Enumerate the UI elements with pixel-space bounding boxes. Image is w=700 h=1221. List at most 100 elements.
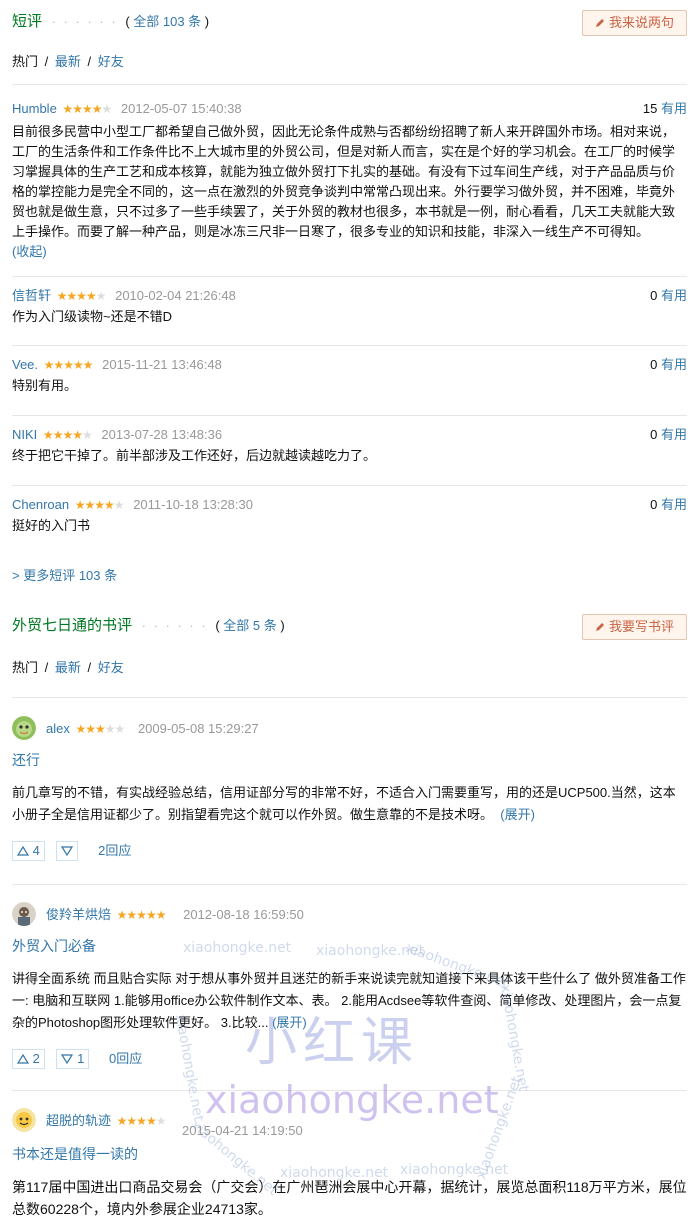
all-reviews-link[interactable]: 全部 5 条 [223,618,276,633]
star-icon: ★ [116,908,128,922]
more-short-comments-link[interactable]: > 更多短评 103 条 [12,565,117,584]
short-comment-item: Chenroan ★★★★★ 2011-10-18 13:28:30 0 有用 … [12,496,687,536]
write-short-comment-button[interactable]: 我来说两句 [581,10,687,36]
replies-link[interactable]: 2回应 [98,843,131,858]
star-icon: ★ [145,908,157,922]
star-icon: ★ [72,102,83,116]
tab-hot[interactable]: 热门 [12,660,38,675]
star-icon: ★ [145,1114,157,1128]
review-user-link[interactable]: alex [46,721,70,736]
review-title-link[interactable]: 外贸入门必备 [12,936,687,956]
avatar-image [12,902,36,926]
useful-count: 15 有用 [642,101,687,116]
review-title-link[interactable]: 还行 [12,750,687,770]
comment-body: 目前很多民营中小型工厂都希望自己做外贸，因此无论条件成熟与否都纷纷招聘了新人来开… [12,124,676,259]
short-comments-header: 短评 · · · · · · ( 全部 103 条 ) 我来说两句 [12,10,687,38]
review-body: 第117届中国进出口商品交易会（广交会）在广州琶洲会展中心开幕，据统计，展览总面… [12,1179,687,1217]
review-time: 2012-08-18 16:59:50 [183,907,304,922]
review-title-link[interactable]: 书本还是值得一读的 [12,1144,687,1164]
review-actions: 2 1 0回应 [12,1048,687,1070]
star-icon: ★ [81,102,93,116]
short-comment-item: Vee. ★★★★★ 2015-11-21 13:46:48 0 有用 特别有用… [12,356,687,396]
comment-body: 终于把它干掉了。前半部涉及工作还好，后边就越读越吃力了。 [12,448,377,463]
avatar[interactable] [12,902,36,926]
tab-latest[interactable]: 最新 [55,54,81,69]
comment-body: 挺好的入门书 [12,518,91,533]
star-icon: ★ [116,1114,128,1128]
star-icon: ★ [43,358,55,372]
star-icon: ★ [72,358,84,372]
downvote-button[interactable] [56,841,79,861]
comment-body: 作为入门级读物~还是不错D [12,309,172,324]
star-icon: ★ [84,498,96,512]
upvote-button[interactable]: 2 [12,1049,45,1069]
useful-vote-link[interactable]: 有用 [661,101,687,116]
avatar[interactable] [12,716,36,740]
star-icon: ★ [114,722,126,736]
comment-user-link[interactable]: Vee. [12,357,38,372]
review-actions: 4 2回应 [12,840,687,862]
short-comment-item: NIKI ★★★★★ 2013-07-28 13:48:36 0 有用 终于把它… [12,426,687,466]
comment-user-link[interactable]: 信哲轩 [12,288,51,303]
short-comments-title: 短评 [12,13,43,30]
useful-count: 0 有用 [650,288,687,303]
downvote-button[interactable]: 1 [56,1049,90,1069]
star-icon: ★ [155,908,167,922]
review-body: 讲得全面系统 而且贴合实际 对于想从事外贸并且迷茫的新手来说读完就知道接下来具体… [12,971,686,1030]
star-icon: ★ [113,498,125,512]
comment-user-link[interactable]: NIKI [12,427,37,442]
avatar[interactable] [12,1108,36,1132]
star-icon: ★ [82,358,94,372]
star-icon: ★ [75,722,86,736]
useful-vote-link[interactable]: 有用 [661,427,687,442]
tab-hot[interactable]: 热门 [12,54,38,69]
triangle-down-icon [61,1054,74,1065]
divider [12,1090,687,1091]
all-short-comments-link[interactable]: 全部 103 条 [133,14,201,29]
star-icon: ★ [95,722,106,736]
review-user-link[interactable]: 俊羚羊烘焙 [46,907,111,922]
review-user-link[interactable]: 超脱的轨迹 [46,1113,111,1128]
review-body: 前几章写的不错，有实战经验总结，信用证部分写的非常不好，不适合入门需要重写，用的… [12,785,676,822]
star-icon: ★ [81,428,93,442]
divider [12,485,687,486]
comment-time: 2013-07-28 13:48:36 [101,427,223,442]
title-dots: · · · · · · [51,14,118,29]
useful-count: 0 有用 [650,427,687,442]
tab-friends[interactable]: 好友 [98,660,124,675]
tab-latest[interactable]: 最新 [55,660,81,675]
rating-stars: ★★★★★ [62,100,112,118]
pencil-icon [595,19,604,27]
replies-link[interactable]: 0回应 [109,1051,142,1066]
triangle-down-icon [61,846,74,857]
comment-time: 2015-11-21 13:46:48 [102,357,222,372]
reviews-title: 外贸七日通的书评 [12,617,133,634]
short-comment-item: Humble ★★★★★ 2012-05-07 15:40:38 15 有用 目… [12,100,687,262]
reviews-header: 外贸七日通的书评 · · · · · · ( 全部 5 条 ) 我要写书评 [12,614,687,642]
rating-stars: ★★★★★ [116,1108,167,1134]
star-icon: ★ [85,289,97,303]
rating-stars: ★★★★★ [43,356,94,374]
review-item: 俊羚羊烘焙 ★★★★★ 2012-08-18 16:59:50 外贸入门必备 讲… [12,902,687,1070]
star-icon: ★ [53,358,64,372]
tab-friends[interactable]: 好友 [98,54,124,69]
reviews-count: ( 全部 5 条 ) [215,618,285,633]
comment-user-link[interactable]: Humble [12,101,57,116]
useful-vote-link[interactable]: 有用 [661,497,687,512]
review-item: 超脱的轨迹 ★★★★★ 2015-04-21 14:19:50 书本还是值得一读… [12,1108,687,1220]
write-review-button[interactable]: 我要写书评 [581,614,687,640]
useful-vote-link[interactable]: 有用 [661,288,687,303]
useful-vote-link[interactable]: 有用 [661,357,687,372]
review-time: 2015-04-21 14:19:50 [182,1123,303,1138]
star-icon: ★ [104,498,115,512]
star-icon: ★ [52,428,64,442]
comment-user-link[interactable]: Chenroan [12,497,69,512]
star-icon: ★ [126,1114,137,1128]
expand-link[interactable]: (展开) [500,807,535,822]
expand-link[interactable]: (展开) [272,1015,307,1030]
fold-link[interactable]: (收起) [12,244,47,259]
comment-time: 2012-05-07 15:40:38 [120,101,242,116]
upvote-button[interactable]: 4 [12,841,45,861]
useful-count: 0 有用 [650,357,687,372]
star-icon: ★ [62,102,73,116]
